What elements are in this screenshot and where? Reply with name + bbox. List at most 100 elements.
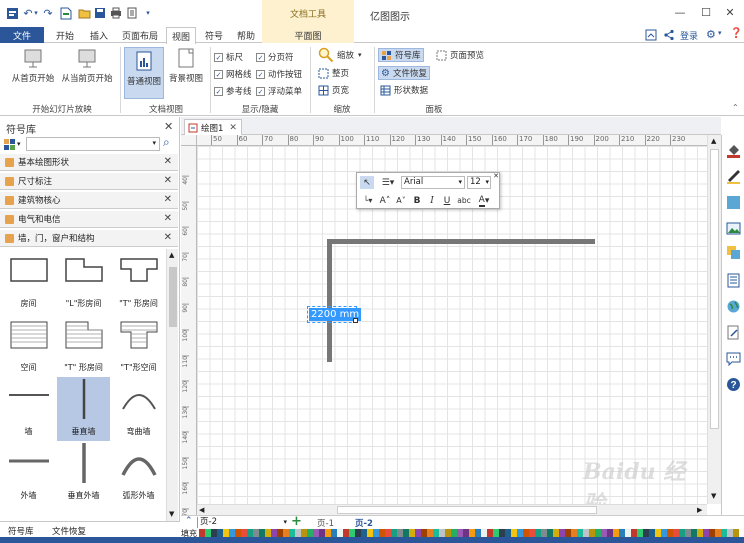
normal-view-button[interactable]: 普通视图 xyxy=(124,47,164,99)
library-search-input[interactable]: ▾ xyxy=(26,137,160,151)
page-properties-icon[interactable] xyxy=(726,273,741,288)
chevron-up-icon[interactable]: ⌃ xyxy=(185,516,193,526)
shape-t-room[interactable]: "T" 形房间 xyxy=(112,249,165,313)
background-view-button[interactable]: 背景视图 xyxy=(166,47,206,84)
scroll-up-icon[interactable]: ▲ xyxy=(169,251,174,259)
tab-insert[interactable]: 插入 xyxy=(84,27,114,43)
help-icon[interactable]: ? xyxy=(726,377,741,392)
close-icon[interactable]: ✕ xyxy=(164,156,172,167)
shape-room[interactable]: 房间 xyxy=(2,249,55,313)
scroll-up-icon[interactable]: ▲ xyxy=(711,137,716,145)
scrollbar-thumb[interactable] xyxy=(169,267,177,327)
layout-icon[interactable] xyxy=(645,29,657,41)
scroll-left-icon[interactable]: ◀ xyxy=(199,506,204,514)
close-icon[interactable]: ✕ xyxy=(164,120,173,133)
close-button[interactable]: ✕ xyxy=(718,3,742,21)
guides-checkbox[interactable]: ✓ 参考线 xyxy=(214,85,252,97)
new-file-icon[interactable] xyxy=(58,5,74,21)
help-icon[interactable]: ❓ xyxy=(730,28,742,39)
shadow-icon[interactable] xyxy=(726,195,741,210)
document-tab[interactable]: 绘图1 ✕ xyxy=(184,119,242,135)
collapse-ribbon-icon[interactable]: ⌃ xyxy=(732,103,739,112)
library-scrollbar[interactable]: ▲ ▼ xyxy=(166,249,178,521)
scroll-down-icon[interactable]: ▼ xyxy=(169,510,174,518)
scroll-down-icon[interactable]: ▼ xyxy=(711,492,716,500)
shape-space[interactable]: 空间 xyxy=(2,313,55,377)
category-basic-shapes[interactable]: 基本绘图形状 ✕ xyxy=(0,154,178,171)
action-button-checkbox[interactable]: ✓ 动作按钮 xyxy=(256,68,302,80)
quick-access-menu-icon[interactable]: ▾ xyxy=(140,5,156,21)
close-icon[interactable]: ✕ xyxy=(164,175,172,186)
font-size-select[interactable]: 12 ▾ xyxy=(467,176,491,189)
tab-page-layout[interactable]: 页面布局 xyxy=(118,27,162,43)
strikethrough-icon[interactable]: abc xyxy=(457,194,471,207)
close-icon[interactable]: ✕ xyxy=(164,232,172,243)
shape-t-room-2[interactable]: "T" 形房间 xyxy=(57,313,110,377)
undo-dropdown-icon[interactable]: ▾ xyxy=(32,5,40,21)
page-dropdown[interactable]: 页-2 ▾ xyxy=(197,517,289,528)
from-first-slide-button[interactable]: 从首页开始 xyxy=(8,47,58,84)
shape-wall[interactable]: 墙 xyxy=(2,377,55,441)
category-walls-doors[interactable]: 墙，门，窗户和结构 ✕ xyxy=(0,230,178,247)
ruler-checkbox[interactable]: ✓ 标尺 xyxy=(214,51,243,63)
resize-handle[interactable] xyxy=(353,318,358,323)
category-building-core[interactable]: 建筑物核心 ✕ xyxy=(0,192,178,209)
shape-curved-wall[interactable]: 弯曲墙 xyxy=(112,377,165,441)
close-icon[interactable]: ✕ xyxy=(164,194,172,205)
symbol-library-button[interactable]: 符号库 xyxy=(378,48,424,62)
tab-symbol-library[interactable]: 符号库 xyxy=(8,525,34,537)
minimize-button[interactable]: — xyxy=(668,3,692,21)
tab-file-recovery[interactable]: 文件恢复 xyxy=(52,525,86,537)
category-electrical[interactable]: 电气和电信 ✕ xyxy=(0,211,178,228)
open-file-icon[interactable] xyxy=(76,5,92,21)
horizontal-wall[interactable] xyxy=(327,239,595,244)
library-menu-button[interactable]: ▾ xyxy=(4,137,24,151)
tab-floor-plan[interactable]: 平面图 xyxy=(262,27,354,43)
share-icon[interactable] xyxy=(663,29,675,41)
pagebreak-checkbox[interactable]: ✓ 分页符 xyxy=(256,51,294,63)
font-color-icon[interactable]: A ▾ xyxy=(475,194,493,207)
export-icon[interactable] xyxy=(124,5,140,21)
tab-symbols[interactable]: 符号 xyxy=(200,27,228,43)
globe-icon[interactable] xyxy=(726,299,741,314)
tab-home[interactable]: 开始 xyxy=(50,27,80,43)
redo-icon[interactable]: ↷ xyxy=(40,5,56,21)
settings-dropdown-icon[interactable]: ▾ xyxy=(718,29,722,37)
scroll-right-icon[interactable]: ▶ xyxy=(697,506,702,514)
edit-document-icon[interactable] xyxy=(726,325,741,340)
italic-icon[interactable]: I xyxy=(427,194,437,207)
tab-file[interactable]: 文件 xyxy=(0,27,44,43)
shape-vertical-wall[interactable]: 垂直墙 xyxy=(57,377,110,441)
vertical-wall[interactable] xyxy=(327,239,332,362)
align-icon[interactable]: ☰▾ xyxy=(379,176,397,189)
grid-checkbox[interactable]: ✓ 网格线 xyxy=(214,68,252,80)
select-arrow-icon[interactable]: ↖ xyxy=(360,176,374,189)
close-icon[interactable]: ✕ xyxy=(492,172,500,180)
search-icon[interactable]: ⌕ xyxy=(163,135,170,150)
scrollbar-thumb[interactable] xyxy=(337,506,597,514)
shape-exterior-wall[interactable]: 外墙 xyxy=(2,441,55,505)
close-icon[interactable]: ✕ xyxy=(164,213,172,224)
decrease-font-icon[interactable]: A˅ xyxy=(395,194,407,207)
bold-icon[interactable]: B xyxy=(412,194,422,207)
page-preview-button[interactable]: 页面预览 xyxy=(434,48,486,62)
font-family-select[interactable]: Arial ▾ xyxy=(401,176,465,189)
gear-icon[interactable]: ⚙ xyxy=(706,28,716,41)
maximize-button[interactable]: ☐ xyxy=(694,3,718,21)
shape-vertical-exterior-wall[interactable]: 垂直外墙 xyxy=(57,441,110,505)
tab-help[interactable]: 帮助 xyxy=(232,27,260,43)
login-link[interactable]: 登录 xyxy=(680,29,698,42)
shape-t-space[interactable]: "T"形空间 xyxy=(112,313,165,377)
increase-font-icon[interactable]: A˄ xyxy=(379,194,391,207)
zoom-button[interactable]: 缩放 ▾ xyxy=(316,47,364,63)
layers-icon[interactable] xyxy=(726,245,741,260)
float-menu-checkbox[interactable]: ✓ 浮动菜单 xyxy=(256,85,302,97)
page-width-button[interactable]: 页宽 xyxy=(316,83,351,97)
full-page-button[interactable]: 整页 xyxy=(316,66,351,80)
underline-icon[interactable]: U xyxy=(442,194,452,207)
shape-data-button[interactable]: 形状数据 xyxy=(378,83,430,97)
connector-icon[interactable]: └▾ xyxy=(360,194,376,207)
print-icon[interactable] xyxy=(108,5,124,21)
image-icon[interactable] xyxy=(726,221,741,236)
save-icon[interactable] xyxy=(92,5,108,21)
